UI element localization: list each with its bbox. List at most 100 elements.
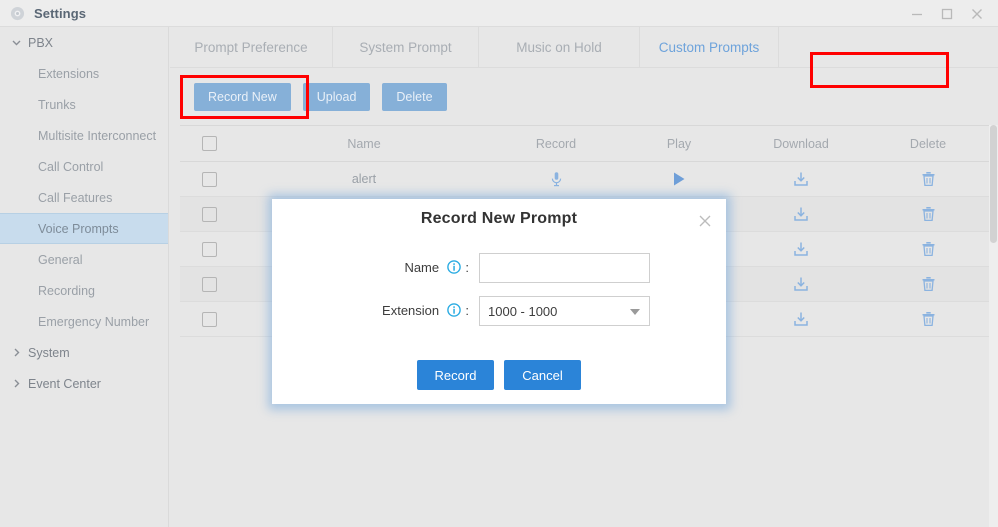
tab-prompt-preference[interactable]: Prompt Preference bbox=[170, 27, 333, 67]
row-record-cell bbox=[490, 161, 622, 197]
sidebar-item-label: Recording bbox=[38, 283, 95, 298]
vertical-scrollbar[interactable] bbox=[989, 125, 998, 527]
row-checkbox[interactable] bbox=[201, 206, 217, 222]
sidebar-group-pbx[interactable]: PBX bbox=[0, 27, 168, 58]
row-delete-cell bbox=[866, 196, 990, 232]
sidebar-item-label: Emergency Number bbox=[38, 314, 150, 329]
delete-button[interactable]: Delete bbox=[382, 82, 447, 111]
download-icon[interactable] bbox=[790, 203, 812, 225]
title-bar: Settings bbox=[0, 0, 998, 27]
chevron-down-icon bbox=[630, 309, 640, 315]
table-row[interactable]: alert bbox=[180, 161, 990, 197]
extension-label-suffix: : bbox=[465, 302, 469, 318]
row-name: alert bbox=[238, 161, 490, 197]
download-icon[interactable] bbox=[790, 238, 812, 260]
header-name: Name bbox=[238, 125, 490, 162]
table-header-row: Name Record Play Download Delete bbox=[180, 125, 990, 162]
header-download: Download bbox=[736, 125, 866, 162]
record-new-prompt-dialog: Record New Prompt Name : Extension : 100… bbox=[272, 199, 726, 404]
microphone-icon[interactable] bbox=[545, 168, 567, 190]
row-checkbox[interactable] bbox=[201, 276, 217, 292]
sidebar-item-call-features[interactable]: Call Features bbox=[0, 182, 168, 213]
tab-custom-prompts[interactable]: Custom Prompts bbox=[640, 27, 779, 67]
chevron-right-icon bbox=[9, 378, 23, 389]
name-label: Name : bbox=[272, 260, 479, 277]
sidebar-item-recording[interactable]: Recording bbox=[0, 275, 168, 306]
upload-button[interactable]: Upload bbox=[302, 82, 371, 111]
row-checkbox[interactable] bbox=[201, 311, 217, 327]
extension-label-text: Extension bbox=[382, 302, 440, 318]
tab-label: Prompt Preference bbox=[194, 39, 308, 55]
tab-label: Music on Hold bbox=[516, 39, 602, 55]
extension-field-row: Extension : 1000 - 1000 bbox=[272, 296, 726, 326]
header-play: Play bbox=[622, 125, 736, 162]
sidebar: PBX Extensions Trunks Multisite Intercon… bbox=[0, 27, 169, 527]
sidebar-item-voice-prompts[interactable]: Voice Prompts bbox=[0, 213, 168, 244]
sidebar-item-general[interactable]: General bbox=[0, 244, 168, 275]
row-select-cell bbox=[180, 266, 238, 302]
trash-icon[interactable] bbox=[917, 238, 939, 260]
sidebar-item-trunks[interactable]: Trunks bbox=[0, 89, 168, 120]
row-checkbox[interactable] bbox=[201, 241, 217, 257]
window-controls bbox=[902, 0, 992, 27]
extension-label: Extension : bbox=[272, 303, 479, 320]
tab-system-prompt[interactable]: System Prompt bbox=[333, 27, 479, 67]
sidebar-item-extensions[interactable]: Extensions bbox=[0, 58, 168, 89]
tab-music-on-hold[interactable]: Music on Hold bbox=[479, 27, 640, 67]
tab-bar: Prompt Preference System Prompt Music on… bbox=[170, 27, 998, 68]
close-button[interactable] bbox=[962, 0, 992, 27]
row-select-cell bbox=[180, 301, 238, 337]
sidebar-group-label-system: System bbox=[28, 345, 70, 360]
maximize-button[interactable] bbox=[932, 0, 962, 27]
chevron-down-icon bbox=[9, 37, 23, 48]
play-icon[interactable] bbox=[668, 168, 690, 190]
row-play-cell bbox=[622, 161, 736, 197]
record-new-button[interactable]: Record New bbox=[194, 82, 291, 111]
minimize-button[interactable] bbox=[902, 0, 932, 27]
name-input[interactable] bbox=[479, 253, 650, 283]
download-icon[interactable] bbox=[790, 308, 812, 330]
select-all-checkbox[interactable] bbox=[201, 136, 217, 152]
window-title: Settings bbox=[34, 5, 87, 21]
download-icon[interactable] bbox=[790, 168, 812, 190]
dialog-close-icon[interactable] bbox=[696, 212, 714, 230]
row-download-cell bbox=[736, 266, 866, 302]
row-delete-cell bbox=[866, 231, 990, 267]
sidebar-group-system[interactable]: System bbox=[0, 337, 168, 368]
dialog-record-button[interactable]: Record bbox=[417, 360, 494, 390]
dialog-title: Record New Prompt bbox=[420, 210, 578, 227]
row-download-cell bbox=[736, 301, 866, 337]
row-delete-cell bbox=[866, 301, 990, 337]
tab-label: Custom Prompts bbox=[658, 39, 760, 55]
trash-icon[interactable] bbox=[917, 273, 939, 295]
extension-selected-value: 1000 - 1000 bbox=[488, 303, 558, 319]
row-delete-cell bbox=[866, 161, 990, 197]
row-download-cell bbox=[736, 231, 866, 267]
trash-icon[interactable] bbox=[917, 308, 939, 330]
sidebar-item-call-control[interactable]: Call Control bbox=[0, 151, 168, 182]
download-icon[interactable] bbox=[790, 273, 812, 295]
tab-label: System Prompt bbox=[359, 39, 452, 55]
dialog-actions: Record Cancel bbox=[272, 360, 726, 390]
row-select-cell bbox=[180, 231, 238, 267]
trash-icon[interactable] bbox=[917, 168, 939, 190]
name-field-row: Name : bbox=[272, 253, 726, 283]
row-checkbox[interactable] bbox=[201, 171, 217, 187]
row-select-cell bbox=[180, 196, 238, 232]
sidebar-item-emergency-number[interactable]: Emergency Number bbox=[0, 306, 168, 337]
info-icon[interactable] bbox=[446, 302, 461, 320]
settings-window: Settings PBX Extensions Trunks Multisite… bbox=[0, 0, 998, 527]
sidebar-item-multisite-interconnect[interactable]: Multisite Interconnect bbox=[0, 120, 168, 151]
sidebar-group-event-center[interactable]: Event Center bbox=[0, 368, 168, 399]
row-select-cell bbox=[180, 161, 238, 197]
scrollbar-thumb[interactable] bbox=[990, 125, 997, 243]
dialog-cancel-button[interactable]: Cancel bbox=[504, 360, 581, 390]
trash-icon[interactable] bbox=[917, 203, 939, 225]
extension-select[interactable]: 1000 - 1000 bbox=[479, 296, 650, 326]
sidebar-item-label: Extensions bbox=[38, 66, 100, 81]
row-download-cell bbox=[736, 196, 866, 232]
info-icon[interactable] bbox=[446, 259, 461, 277]
action-toolbar: Record New Upload Delete bbox=[170, 68, 998, 125]
sidebar-item-label: Multisite Interconnect bbox=[38, 128, 157, 143]
sidebar-group-label-event-center: Event Center bbox=[28, 376, 101, 391]
